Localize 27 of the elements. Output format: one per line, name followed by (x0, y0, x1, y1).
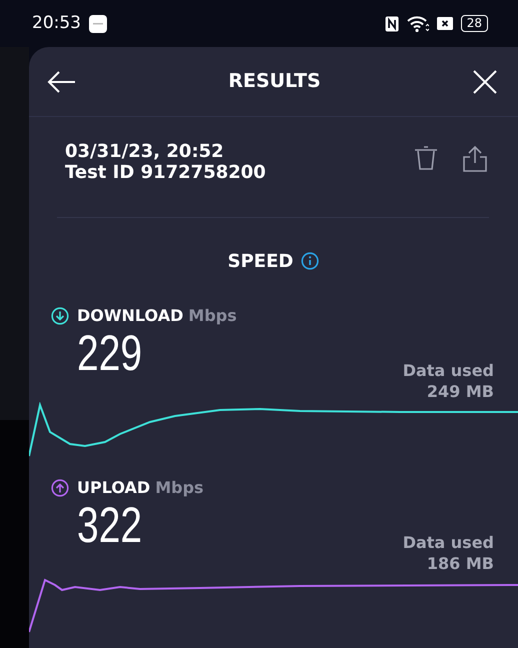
data-used-value: 249 MB (426, 381, 494, 402)
battery-icon: 28 (460, 15, 488, 32)
upload-icon (51, 479, 69, 497)
test-label: DOWNLOAD (77, 305, 184, 327)
speed-value: 322 (77, 500, 144, 550)
section-title: SPEED (228, 250, 294, 274)
close-button[interactable] (472, 68, 498, 94)
sim-icon (436, 17, 453, 30)
wifi-icon (406, 16, 429, 32)
speed-value: 229 (77, 328, 144, 378)
back-button[interactable] (47, 69, 77, 94)
unit-label: Mbps (155, 477, 204, 499)
test-label: UPLOAD (77, 477, 150, 499)
data-used-value: 186 MB (426, 553, 494, 574)
notification-icon (89, 14, 107, 32)
test-date: 03/31/23, 20:52 (65, 141, 225, 162)
data-used-label: Data used (402, 360, 494, 381)
unit-label: Mbps (188, 305, 237, 327)
info-icon[interactable] (301, 252, 320, 270)
nfc-icon (384, 16, 399, 32)
test-id: Test ID 9172758200 (65, 162, 266, 183)
download-icon (51, 307, 69, 325)
clock-time: 20:53 (32, 12, 81, 35)
delete-button[interactable] (414, 145, 438, 171)
data-used-label: Data used (402, 532, 494, 553)
share-button[interactable] (462, 145, 488, 173)
screen-title: RESULTS (228, 69, 321, 94)
